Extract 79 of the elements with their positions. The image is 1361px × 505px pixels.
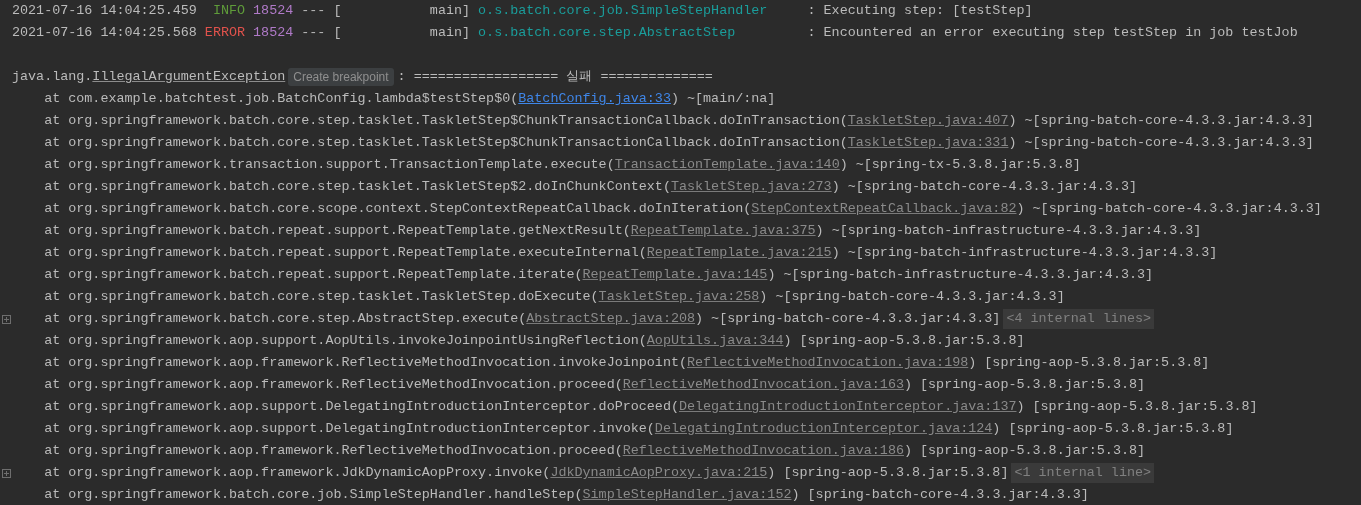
exception-package: java.lang. [12,68,93,86]
timestamp: 2021-07-16 14:04:25.568 [12,24,197,42]
logger-name: o.s.batch.core.step.AbstractStep [478,24,736,42]
separator-text: --- [301,24,326,42]
stack-frame-text: at org.springframework.batch.core.step.tasklet.TaskletStep$ChunkTransactionCallback.doInTransaction( [44,112,848,130]
logger-name: o.s.batch.core.job.SimpleStepHandler [478,2,768,20]
stack-frame-text: at org.springframework.aop.framework.ReflectiveMethodInvocation.proceed( [44,376,623,394]
stack-frame-text: at org.springframework.aop.support.DelegatingIntroductionInterceptor.doProceed( [44,398,679,416]
jar-text: ) ~[main/:na] [670,90,776,108]
source-link[interactable]: StepContextRepeatCallback.java:82 [751,198,1017,220]
stack-frame-text: at org.springframework.aop.support.AopUtils.invokeJoinpointUsingReflection( [44,332,647,350]
stack-frame-text: at org.springframework.batch.repeat.support.RepeatTemplate.executeInternal( [44,244,647,262]
source-link[interactable]: JdkDynamicAopProxy.java:215 [550,462,768,484]
stack-frame-text: at org.springframework.aop.framework.ReflectiveMethodInvocation.proceed( [44,442,623,460]
stack-frame-text: at org.springframework.batch.core.job.SimpleStepHandler.handleStep( [44,486,583,504]
expand-icon[interactable] [1,314,11,324]
jar-text: ) [spring-aop-5.3.8.jar:5.3.8] [968,354,1210,372]
create-breakpoint-button[interactable]: Create breakpoint [288,68,394,86]
jar-text: ) [spring-aop-5.3.8.jar:5.3.8] [1016,398,1258,416]
folded-lines-link[interactable]: <1 internal line> [1011,463,1155,483]
source-link[interactable]: BatchConfig.java:33 [518,88,671,110]
source-link[interactable]: ReflectiveMethodInvocation.java:163 [622,374,904,396]
source-link[interactable]: RepeatTemplate.java:375 [630,220,816,242]
stack-frame-text: at com.example.batchtest.job.BatchConfig.lambda$testStep$0( [44,90,519,108]
source-link[interactable]: SimpleStepHandler.java:152 [582,484,792,505]
jar-text: ) ~[spring-batch-infrastructure-4.3.3.jar:4.3.3] [815,222,1202,240]
source-link[interactable]: ReflectiveMethodInvocation.java:198 [687,352,969,374]
source-link[interactable]: ReflectiveMethodInvocation.java:186 [622,440,904,462]
thread-name: [ main] [333,2,471,20]
jar-text: ) ~[spring-batch-core-4.3.3.jar:4.3.3] [1016,200,1322,218]
expand-icon[interactable] [1,468,11,478]
stack-frame-text: at org.springframework.aop.framework.ReflectiveMethodInvocation.invokeJoinpoint( [44,354,687,372]
jar-text: ) [spring-aop-5.3.8.jar:5.3.8] [992,420,1234,438]
stack-frame-text: at org.springframework.batch.core.step.AbstractStep.execute( [44,310,527,328]
source-link[interactable]: TransactionTemplate.java:140 [614,154,840,176]
source-link[interactable]: TaskletStep.java:331 [847,132,1009,154]
source-link[interactable]: AopUtils.java:344 [646,330,784,352]
stack-frame-text: at org.springframework.transaction.support.TransactionTemplate.execute( [44,156,615,174]
jar-text: ) ~[spring-batch-infrastructure-4.3.3.jar:4.3.3] [767,266,1154,284]
source-link[interactable]: TaskletStep.java:273 [670,176,832,198]
stack-frame-text: at org.springframework.batch.core.scope.context.StepContextRepeatCallback.doInIteration( [44,200,752,218]
thread-name: [ main] [333,24,471,42]
stack-frame-text: at org.springframework.batch.repeat.support.RepeatTemplate.iterate( [44,266,583,284]
jar-text: ) ~[spring-batch-core-4.3.3.jar:4.3.3] [1008,112,1314,130]
exception-class-link[interactable]: IllegalArgumentException [92,66,286,88]
source-link[interactable]: DelegatingIntroductionInterceptor.java:137 [678,396,1017,418]
jar-text: ) [spring-aop-5.3.8.jar:5.3.8] [783,332,1025,350]
jar-text: ) ~[spring-batch-core-4.3.3.jar:4.3.3] [695,310,1001,328]
source-link[interactable]: RepeatTemplate.java:145 [582,264,768,286]
jar-text: ) ~[spring-tx-5.3.8.jar:5.3.8] [839,156,1081,174]
timestamp: 2021-07-16 14:04:25.459 [12,2,197,20]
folded-lines-link[interactable]: <4 internal lines> [1003,309,1155,329]
jar-text: ) [spring-batch-core-4.3.3.jar:4.3.3] [791,486,1089,504]
separator-text: --- [301,2,326,20]
jar-text: ) ~[spring-batch-infrastructure-4.3.3.jar:4.3.3] [831,244,1218,262]
log-level: ERROR [204,24,246,42]
log-level: INFO [212,2,246,20]
stack-frame-text: at org.springframework.aop.support.DelegatingIntroductionInterceptor.invoke( [44,420,655,438]
source-link[interactable]: RepeatTemplate.java:215 [646,242,832,264]
source-link[interactable]: TaskletStep.java:407 [847,110,1009,132]
jar-text: ) ~[spring-batch-core-4.3.3.jar:4.3.3] [759,288,1065,306]
jar-text: ) [spring-aop-5.3.8.jar:5.3.8] [903,442,1146,460]
jar-text: ) [spring-aop-5.3.8.jar:5.3.8] [903,376,1146,394]
stack-frame-text: at org.springframework.aop.framework.JdkDynamicAopProxy.invoke( [44,464,551,482]
jar-text: ) ~[spring-batch-core-4.3.3.jar:4.3.3] [1008,134,1314,152]
process-id: 18524 [253,2,294,20]
stack-frame-text: at org.springframework.batch.core.step.tasklet.TaskletStep$ChunkTransactionCallback.doInTransaction( [44,134,848,152]
source-link[interactable]: TaskletStep.java:258 [598,286,760,308]
stack-frame-text: at org.springframework.batch.core.step.tasklet.TaskletStep$2.doInChunkContext( [44,178,671,196]
log-message: : Encountered an error executing step testStep in job testJob [807,24,1298,42]
process-id: 18524 [253,24,294,42]
jar-text: ) ~[spring-batch-core-4.3.3.jar:4.3.3] [831,178,1137,196]
stack-frame-text: at org.springframework.batch.repeat.support.RepeatTemplate.getNextResult( [44,222,631,240]
stack-frame-text: at org.springframework.batch.core.step.tasklet.TaskletStep.doExecute( [44,288,599,306]
source-link[interactable]: DelegatingIntroductionInterceptor.java:124 [654,418,993,440]
jar-text: ) [spring-aop-5.3.8.jar:5.3.8] [767,464,1009,482]
exception-message: : ================== 실패 ============== [397,68,713,86]
source-link[interactable]: AbstractStep.java:208 [526,308,696,330]
log-message: : Executing step: [testStep] [807,2,1033,20]
